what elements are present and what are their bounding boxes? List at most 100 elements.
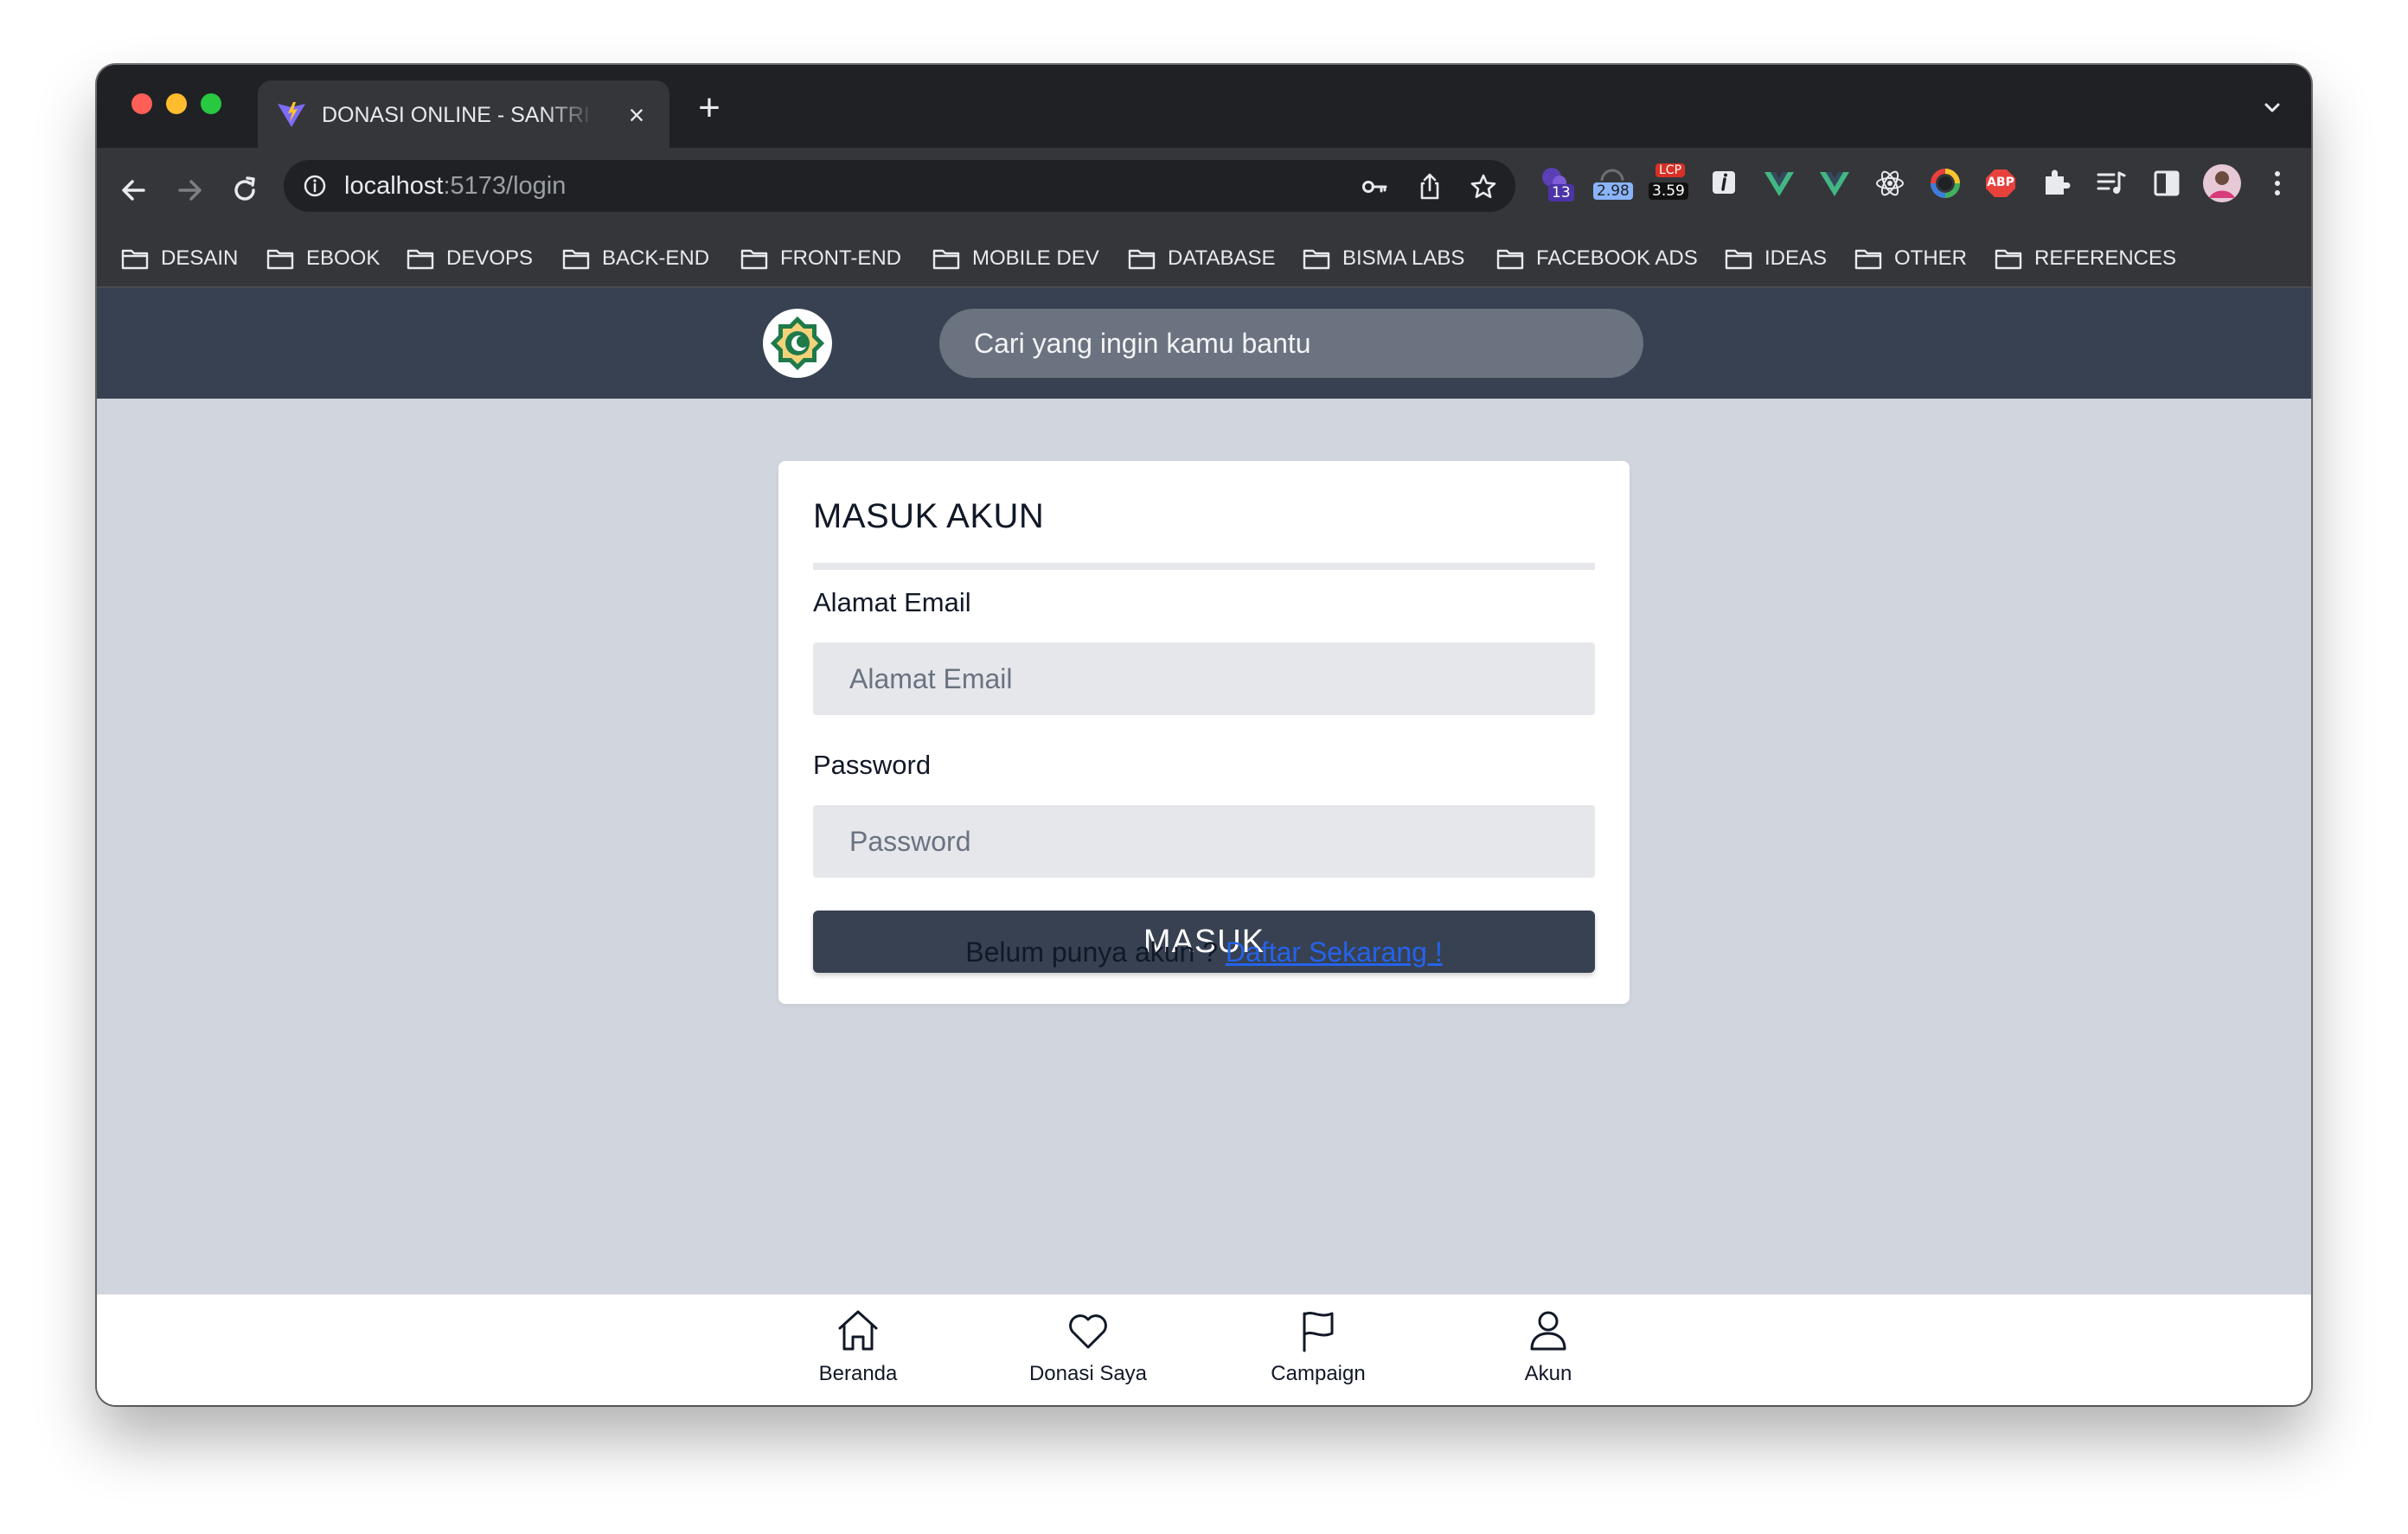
folder-icon xyxy=(1995,249,2022,270)
login-title: MASUK AKUN xyxy=(813,497,1045,535)
web-vitals-badge: 2.98 xyxy=(1593,182,1633,200)
site-info-icon[interactable] xyxy=(303,174,327,198)
puzzle-extension-icon[interactable]: 13 xyxy=(1538,165,1574,201)
bookmark-star-icon[interactable] xyxy=(1469,172,1498,201)
url-host: localhost xyxy=(344,172,444,200)
title-divider xyxy=(813,563,1595,570)
site-logo[interactable] xyxy=(763,309,832,378)
url-text[interactable]: localhost:5173/login xyxy=(344,170,566,201)
folder-icon xyxy=(562,249,590,270)
logo-emblem-icon xyxy=(770,316,825,371)
lcp-icon[interactable]: LCP 3.59 xyxy=(1645,163,1692,201)
bookmark-folder[interactable]: EBOOK xyxy=(266,243,380,274)
bookmark-folder[interactable]: BISMA LABS xyxy=(1303,243,1464,274)
folder-icon xyxy=(1496,249,1524,270)
nav-item-donasi-saya[interactable]: Donasi Saya xyxy=(1002,1307,1175,1397)
bookmark-label: DEVOPS xyxy=(446,246,534,270)
bookmark-folder[interactable]: REFERENCES xyxy=(1995,243,2176,274)
page-viewport: MASUK AKUN Alamat Email Password MASUK B… xyxy=(97,288,2311,1405)
bookmark-label: DESAIN xyxy=(161,246,239,270)
bookmark-folder[interactable]: DEVOPS xyxy=(407,243,533,274)
maximize-window-button[interactable] xyxy=(201,93,221,114)
bookmark-label: EBOOK xyxy=(306,246,381,270)
lcp-label: LCP xyxy=(1656,163,1686,177)
bookmark-label: BISMA LABS xyxy=(1342,246,1465,270)
address-bar[interactable]: localhost:5173/login xyxy=(284,160,1515,212)
extensions-icon[interactable] xyxy=(2038,165,2074,201)
bookmark-folder[interactable]: BACK-END xyxy=(562,243,709,274)
bookmark-label: BACK-END xyxy=(602,246,710,270)
nav-item-akun[interactable]: Akun xyxy=(1462,1307,1635,1397)
lcp-badge: 3.59 xyxy=(1649,182,1688,200)
bookmarks-bar: DESAIN EBOOK DEVOPS BACK-END FRONT-END M… xyxy=(97,233,2311,288)
nav-label: Campaign xyxy=(1271,1362,1366,1385)
tab-search-icon[interactable] xyxy=(2259,94,2285,120)
tab-active[interactable]: DONASI ONLINE - SANTRIKODING × xyxy=(258,80,669,148)
side-panel-icon[interactable] xyxy=(2149,165,2185,201)
heart-icon xyxy=(1069,1314,1107,1349)
tab-strip: DONASI ONLINE - SANTRIKODING × + xyxy=(97,65,2311,148)
user-icon xyxy=(1530,1311,1566,1351)
bookmark-folder[interactable]: FRONT-END xyxy=(740,243,901,274)
vue-devtools-icon[interactable] xyxy=(1761,165,1797,201)
folder-icon xyxy=(407,249,434,270)
adblock-label: ABP xyxy=(1987,176,2014,189)
back-icon[interactable] xyxy=(112,169,156,212)
bookmark-label: MOBILE DEV xyxy=(972,246,1099,270)
share-icon[interactable] xyxy=(1415,172,1444,201)
nav-label: Donasi Saya xyxy=(1028,1362,1148,1385)
nav-label: Beranda xyxy=(818,1362,898,1385)
bookmark-folder[interactable]: OTHER xyxy=(1854,243,1967,274)
nav-label: Akun xyxy=(1524,1362,1572,1385)
reading-list-icon[interactable] xyxy=(2093,165,2129,201)
profile-avatar[interactable] xyxy=(2202,163,2242,203)
password-key-icon[interactable] xyxy=(1360,172,1389,201)
search-input[interactable] xyxy=(939,309,1643,378)
nav-item-campaign[interactable]: Campaign xyxy=(1232,1307,1405,1397)
minimize-window-button[interactable] xyxy=(166,93,187,114)
email-label: Alamat Email xyxy=(813,587,971,617)
folder-icon xyxy=(266,249,294,270)
forward-icon[interactable] xyxy=(168,169,211,212)
close-window-button[interactable] xyxy=(131,93,152,114)
bottom-nav: Beranda Donasi Saya Campaign Akun xyxy=(97,1294,2311,1405)
bookmark-label: FRONT-END xyxy=(780,246,901,270)
bookmark-folder[interactable]: MOBILE DEV xyxy=(932,243,1099,274)
url-path: :5173/login xyxy=(443,172,567,200)
folder-icon xyxy=(1725,249,1752,270)
folder-icon xyxy=(1303,249,1330,270)
bookmark-label: REFERENCES xyxy=(2034,246,2177,270)
password-field[interactable] xyxy=(813,805,1595,878)
browser-toolbar: localhost:5173/login 13 2.98 LCP 3.59 AB… xyxy=(97,148,2311,233)
info-extension-icon[interactable] xyxy=(1706,165,1742,201)
color-picker-icon[interactable] xyxy=(1927,165,1963,201)
register-link[interactable]: Daftar Sekarang ! xyxy=(1226,936,1443,968)
login-card: MASUK AKUN Alamat Email Password MASUK xyxy=(778,461,1630,1004)
bookmark-folder[interactable]: IDEAS xyxy=(1725,243,1827,274)
folder-icon xyxy=(740,249,768,270)
vite-favicon-icon xyxy=(278,102,305,127)
tab-close-icon[interactable]: × xyxy=(623,101,650,129)
password-label: Password xyxy=(813,750,932,780)
app-header xyxy=(97,288,2311,399)
register-text: Belum punya akun ? xyxy=(965,936,1226,968)
vue-devtools-icon-2[interactable] xyxy=(1816,165,1853,201)
bookmark-label: DATABASE xyxy=(1168,246,1276,270)
new-tab-button[interactable]: + xyxy=(692,89,727,127)
home-icon xyxy=(838,1310,878,1351)
nav-item-beranda[interactable]: Beranda xyxy=(772,1307,945,1397)
bookmark-label: IDEAS xyxy=(1764,246,1828,270)
bookmark-folder[interactable]: DATABASE xyxy=(1128,243,1275,274)
react-devtools-icon[interactable] xyxy=(1872,165,1908,201)
adblock-plus-icon[interactable]: ABP xyxy=(1982,165,2019,201)
folder-icon xyxy=(121,249,149,270)
bookmark-folder[interactable]: DESAIN xyxy=(121,243,238,274)
bookmark-folder[interactable]: FACEBOOK ADS xyxy=(1496,243,1698,274)
more-menu-icon[interactable] xyxy=(2259,165,2296,201)
email-field[interactable] xyxy=(813,642,1595,715)
tab-title-fade xyxy=(543,99,595,131)
reload-icon[interactable] xyxy=(223,169,266,212)
web-vitals-icon[interactable]: 2.98 xyxy=(1590,165,1636,201)
bookmark-label: FACEBOOK ADS xyxy=(1536,246,1698,270)
flag-icon xyxy=(1303,1312,1334,1352)
